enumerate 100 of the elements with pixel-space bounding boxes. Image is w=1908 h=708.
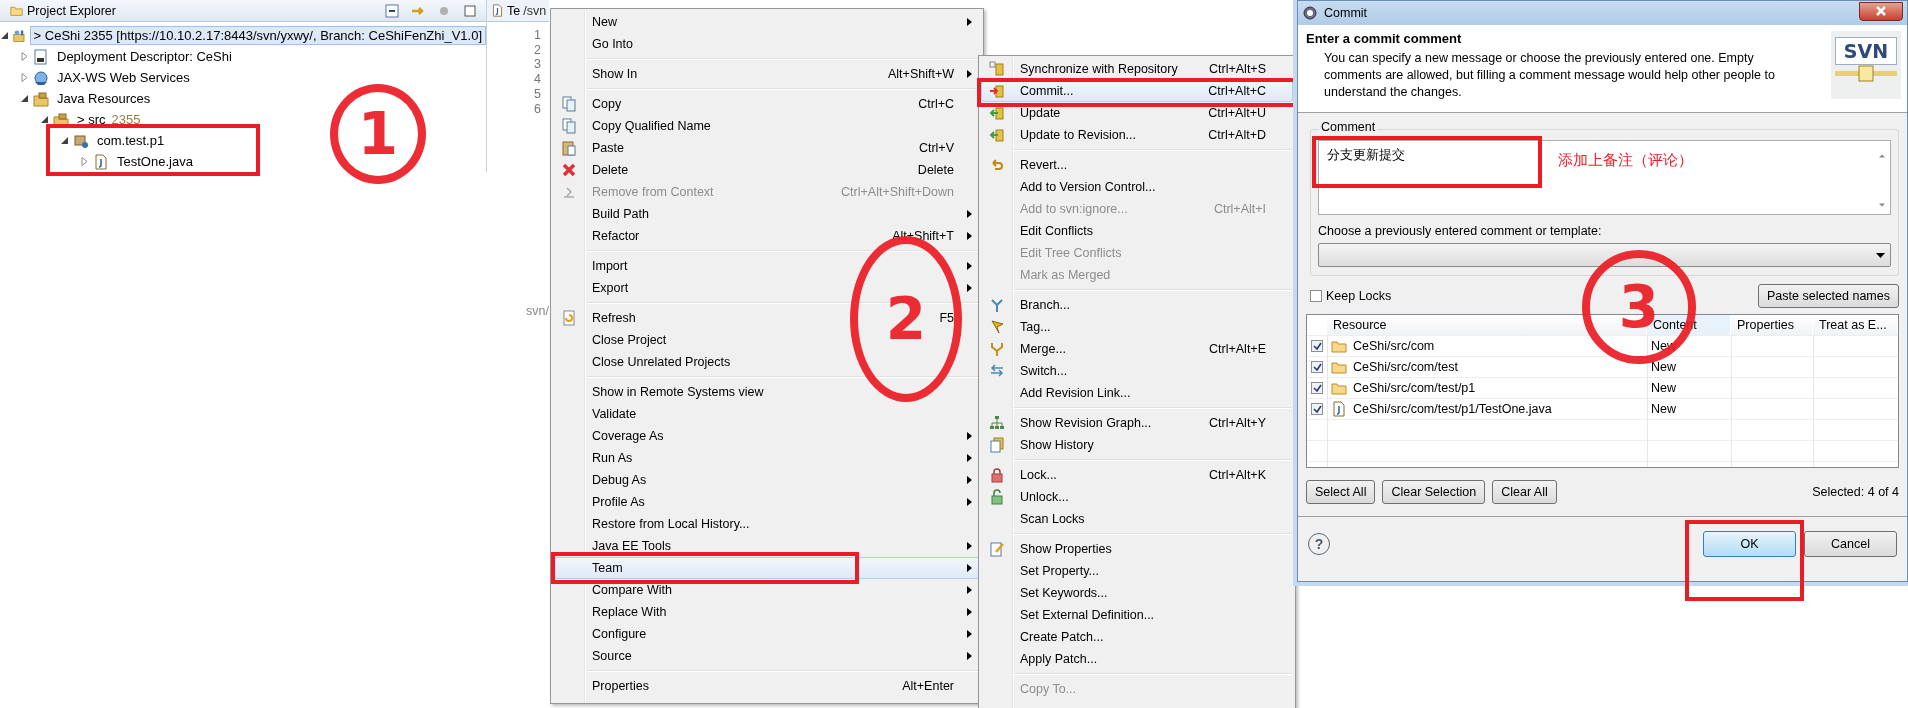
- menu-item[interactable]: Restore from Local History...: [553, 513, 981, 535]
- selection-button[interactable]: Clear All: [1492, 480, 1557, 504]
- menu-item[interactable]: Set External Definition...: [981, 604, 1293, 626]
- tree-item[interactable]: JAX-WS Web Services: [53, 68, 194, 87]
- menu-item[interactable]: Add to Version Control...: [981, 176, 1293, 198]
- menu-item[interactable]: Set Keywords...: [981, 582, 1293, 604]
- documents-icon: [989, 437, 1005, 453]
- menu-item[interactable]: Show Properties: [981, 538, 1293, 560]
- menu-item[interactable]: Scan Locks: [981, 508, 1293, 530]
- close-icon: [1875, 6, 1887, 16]
- collapsed-arrow-icon[interactable]: [20, 73, 29, 82]
- menu-item[interactable]: Unlock...: [981, 486, 1293, 508]
- menu-item[interactable]: Show Revision Graph... Ctrl+Alt+Y: [981, 412, 1293, 434]
- column-header[interactable]: Treat as E...: [1813, 315, 1897, 335]
- collapsed-arrow-icon[interactable]: [80, 157, 89, 166]
- paste-button[interactable]: Paste selected names: [1758, 284, 1899, 308]
- expanded-arrow-icon[interactable]: [60, 136, 69, 145]
- menu-item[interactable]: Refactor Alt+Shift+T: [553, 225, 981, 247]
- menu-item[interactable]: Apply Patch...: [981, 648, 1293, 670]
- menu-item[interactable]: Build Path: [553, 203, 981, 225]
- tree-item[interactable]: com.test.p1: [93, 131, 169, 150]
- database-arrow-icon: [989, 83, 1005, 99]
- table-cell: New: [1651, 381, 1676, 395]
- menu-item[interactable]: Replace With: [553, 601, 981, 623]
- java-file-icon: [491, 4, 504, 17]
- menu-item[interactable]: Profile As: [553, 491, 981, 513]
- tree-item[interactable]: > CeShi 2355 [https://10.10.2.17:8443/svn/yxwy/, Branch: CeShiFenZhi_V1.0]: [29, 26, 486, 45]
- menu-item[interactable]: Delete Delete: [553, 159, 981, 181]
- menu-item[interactable]: Lock... Ctrl+Alt+K: [981, 464, 1293, 486]
- hierarchy-icon: [989, 415, 1005, 431]
- menu-item[interactable]: Copy Qualified Name: [553, 115, 981, 137]
- view-tab[interactable]: Project Explorer: [4, 3, 122, 18]
- checkbox[interactable]: [1311, 403, 1323, 415]
- menu-item[interactable]: New: [553, 11, 981, 33]
- checkbox[interactable]: [1311, 382, 1323, 394]
- menu-item[interactable]: Synchronize with Repository Ctrl+Alt+S: [981, 58, 1293, 80]
- menu-item[interactable]: Commit... Ctrl+Alt+C: [981, 80, 1293, 102]
- table-cell: CeShi/src/com/test/p1/TestOne.java: [1353, 402, 1552, 416]
- line-number: 6: [534, 101, 541, 117]
- menu-item[interactable]: Update to Revision... Ctrl+Alt+D: [981, 124, 1293, 146]
- menu-item[interactable]: Run As: [553, 447, 981, 469]
- menu-item[interactable]: Source: [553, 645, 981, 667]
- database-arrow-icon: [989, 127, 1005, 143]
- menu-item[interactable]: Set Property...: [981, 560, 1293, 582]
- tree-item[interactable]: TestOne.java: [113, 152, 197, 171]
- tree-item[interactable]: Java Resources: [53, 89, 155, 108]
- menu-item[interactable]: Show In Alt+Shift+W: [553, 63, 981, 85]
- menu-item[interactable]: Branch...: [981, 294, 1293, 316]
- column-header[interactable]: Properties: [1731, 315, 1812, 335]
- menu-item[interactable]: Copy Ctrl+C: [553, 93, 981, 115]
- menu-item[interactable]: Revert...: [981, 154, 1293, 176]
- menu-item[interactable]: Show in Remote Systems view: [553, 381, 981, 403]
- menu-item[interactable]: Import: [553, 255, 981, 277]
- menu-item[interactable]: Add Revision Link...: [981, 382, 1293, 404]
- tree-item[interactable]: > src: [73, 110, 110, 129]
- editor-tab[interactable]: Te: [507, 3, 521, 18]
- close-button[interactable]: [1859, 1, 1903, 21]
- checkbox[interactable]: [1310, 290, 1322, 302]
- edit-document-icon: [989, 541, 1005, 557]
- gear-icon: [1302, 5, 1318, 21]
- menu-item[interactable]: Java EE Tools: [553, 535, 981, 557]
- swap-arrows-icon: [989, 363, 1005, 379]
- menu-item[interactable]: Configure: [553, 623, 981, 645]
- checkbox[interactable]: [1311, 361, 1323, 373]
- expanded-arrow-icon[interactable]: [40, 115, 49, 124]
- selection-button[interactable]: Select All: [1306, 480, 1376, 504]
- tree-item[interactable]: Deployment Descriptor: CeShi: [53, 47, 236, 66]
- menu-item[interactable]: Update Ctrl+Alt+U: [981, 102, 1293, 124]
- collapse-icon: [384, 2, 400, 19]
- menu-item[interactable]: Debug As: [553, 469, 981, 491]
- menu-item[interactable]: Team: [553, 557, 981, 579]
- collapsed-arrow-icon[interactable]: [20, 52, 29, 61]
- menu-item[interactable]: Compare With: [553, 579, 981, 601]
- merge-icon: [989, 341, 1005, 357]
- package-folder-icon: [33, 90, 49, 107]
- menu-item[interactable]: Coverage As: [553, 425, 981, 447]
- clipboard-icon: [561, 140, 577, 156]
- expanded-arrow-icon[interactable]: [20, 94, 29, 103]
- menu-item[interactable]: Close Unrelated Projects: [553, 351, 981, 373]
- menu-item[interactable]: Go Into: [553, 33, 981, 55]
- dialog-button[interactable]: Cancel: [1804, 531, 1897, 557]
- menu-item[interactable]: Validate: [553, 403, 981, 425]
- menu-item[interactable]: Tag...: [981, 316, 1293, 338]
- menu-item[interactable]: Switch...: [981, 360, 1293, 382]
- menu-item[interactable]: Edit Conflicts: [981, 220, 1293, 242]
- menu-item[interactable]: Merge... Ctrl+Alt+E: [981, 338, 1293, 360]
- table-cell: CeShi/src/com/test: [1353, 360, 1458, 374]
- database-arrow-icon: [989, 105, 1005, 121]
- checkbox[interactable]: [1311, 340, 1323, 352]
- line-number: 3: [534, 57, 541, 73]
- template-dropdown[interactable]: [1318, 243, 1891, 267]
- dialog-button[interactable]: OK: [1703, 531, 1796, 557]
- expanded-arrow-icon[interactable]: [0, 31, 9, 40]
- folder-icon: [1331, 359, 1347, 375]
- menu-item[interactable]: Paste Ctrl+V: [553, 137, 981, 159]
- menu-item[interactable]: Create Patch...: [981, 626, 1293, 648]
- menu-item[interactable]: Show History: [981, 434, 1293, 456]
- selection-button[interactable]: Clear Selection: [1382, 480, 1486, 504]
- line-number: 4: [534, 72, 541, 87]
- menu-item[interactable]: Properties Alt+Enter: [553, 675, 981, 697]
